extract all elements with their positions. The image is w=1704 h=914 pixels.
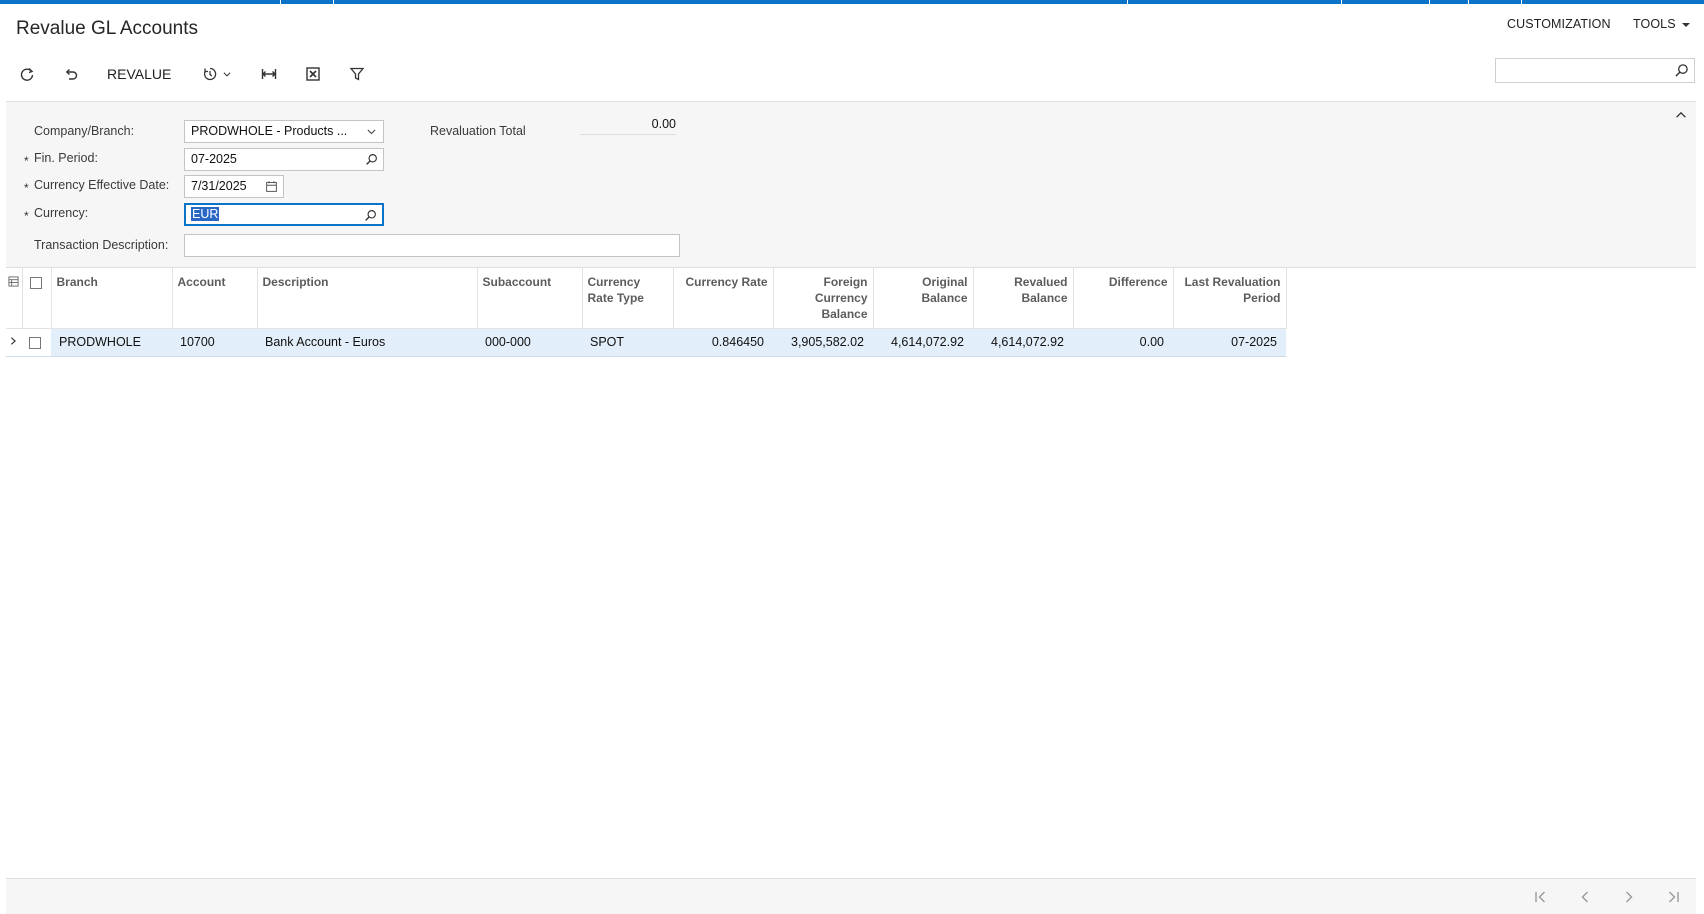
last-page-button[interactable] [1665, 889, 1681, 905]
transaction-description-label: Transaction Description: [34, 238, 169, 252]
fin-period-label: Fin. Period: [34, 151, 98, 165]
cell-branch[interactable]: PRODWHOLE [51, 328, 172, 357]
refresh-icon [20, 68, 34, 81]
column-header-currency-rate-type[interactable]: Currency Rate Type [582, 268, 674, 329]
caret-down-icon [1681, 22, 1690, 27]
search-icon[interactable] [364, 209, 377, 222]
cell-account[interactable]: 10700 [172, 328, 257, 357]
column-header-subaccount[interactable]: Subaccount [477, 268, 583, 329]
last-page-icon [1669, 891, 1679, 903]
currency-value: EUR [191, 207, 220, 221]
company-branch-label: Company/Branch: [34, 124, 135, 138]
cell-currency-rate[interactable]: 0.846450 [673, 328, 773, 357]
row-settings-cell[interactable] [6, 268, 23, 329]
revaluation-grid: Branch Account Description Subaccount Cu… [6, 268, 1696, 878]
company-branch-select[interactable]: PRODWHOLE - Products ... [184, 120, 384, 143]
cell-subaccount[interactable]: 000-000 [477, 328, 582, 357]
cell-original-balance[interactable]: 4,614,072.92 [873, 328, 973, 357]
chevron-right-icon[interactable] [8, 336, 18, 346]
column-header-original-balance[interactable]: Original Balance [873, 268, 974, 329]
row-checkbox[interactable] [29, 336, 41, 349]
filter-button[interactable] [346, 63, 368, 85]
required-mark: * [24, 209, 29, 223]
cell-description[interactable]: Bank Account - Euros [257, 328, 477, 357]
undo-icon [65, 68, 78, 80]
company-branch-value: PRODWHOLE - Products ... [191, 124, 348, 138]
required-mark: * [24, 154, 29, 168]
excel-icon [306, 67, 320, 81]
table-row[interactable]: PRODWHOLE 10700 Bank Account - Euros 000… [6, 328, 1286, 357]
filter-icon [349, 67, 365, 81]
fin-period-value: 07-2025 [191, 152, 237, 166]
cell-revalued-balance[interactable]: 4,614,072.92 [973, 328, 1073, 357]
column-header-last-revaluation-period[interactable]: Last Revaluation Period [1173, 268, 1287, 329]
select-all-cell [22, 268, 52, 329]
fit-columns-button[interactable] [258, 63, 280, 85]
customization-menu[interactable]: CUSTOMIZATION [1507, 17, 1611, 31]
column-header-revalued-balance[interactable]: Revalued Balance [973, 268, 1074, 329]
column-header-description[interactable]: Description [257, 268, 478, 329]
row-expander-cell[interactable] [6, 328, 22, 357]
required-mark: * [24, 181, 29, 195]
previous-page-button[interactable] [1577, 889, 1593, 905]
fin-period-input[interactable]: 07-2025 [184, 148, 384, 171]
cell-foreign-currency-balance[interactable]: 3,905,582.02 [773, 328, 873, 357]
cell-last-revaluation-period[interactable]: 07-2025 [1173, 328, 1286, 357]
search-icon[interactable] [1674, 63, 1689, 78]
refresh-button[interactable] [16, 63, 38, 85]
page-title: Revalue GL Accounts [16, 18, 199, 39]
grid-pager [6, 878, 1696, 914]
column-header-currency-rate[interactable]: Currency Rate [673, 268, 774, 329]
first-page-button[interactable] [1533, 889, 1549, 905]
chevron-down-icon [223, 72, 231, 77]
column-header-foreign-currency-balance[interactable]: Foreign Currency Balance [773, 268, 874, 329]
column-header-account[interactable]: Account [172, 268, 258, 329]
top-accent-bar [0, 0, 1704, 4]
first-page-icon [1535, 891, 1545, 903]
next-page-button[interactable] [1621, 889, 1637, 905]
currency-effective-date-input[interactable]: 7/31/2025 [184, 175, 284, 198]
currency-effective-date-value: 7/31/2025 [191, 179, 247, 193]
tools-menu[interactable]: TOOLS [1633, 17, 1690, 31]
schedule-dropdown-button[interactable] [196, 63, 238, 85]
global-search-input[interactable] [1495, 58, 1695, 83]
chevron-left-icon [1581, 891, 1588, 903]
chevron-right-icon [1626, 891, 1633, 903]
cell-difference[interactable]: 0.00 [1073, 328, 1173, 357]
schedule-icon [204, 67, 217, 81]
tools-label: TOOLS [1633, 17, 1676, 31]
revalue-button[interactable]: REVALUE [107, 66, 171, 82]
column-settings-icon[interactable] [8, 276, 19, 287]
calendar-icon[interactable] [265, 180, 278, 193]
chevron-down-icon [367, 129, 376, 135]
revaluation-table: Branch Account Description Subaccount Cu… [6, 268, 1287, 357]
currency-input[interactable]: EUR [184, 203, 384, 226]
cell-currency-rate-type[interactable]: SPOT [582, 328, 673, 357]
export-excel-button[interactable] [302, 63, 324, 85]
row-select-cell [22, 328, 51, 357]
column-header-branch[interactable]: Branch [51, 268, 173, 329]
currency-effective-date-label: Currency Effective Date: [34, 178, 170, 192]
revaluation-total-label: Revaluation Total [430, 124, 526, 138]
fit-width-icon [261, 69, 277, 79]
undo-button[interactable] [60, 63, 82, 85]
currency-label: Currency: [34, 206, 89, 220]
select-all-checkbox[interactable] [29, 276, 42, 289]
table-header-row: Branch Account Description Subaccount Cu… [6, 268, 1287, 329]
search-icon[interactable] [365, 153, 378, 166]
transaction-description-input[interactable] [184, 234, 680, 257]
customization-label: CUSTOMIZATION [1507, 17, 1611, 31]
column-header-difference[interactable]: Difference [1073, 268, 1174, 329]
chevron-up-icon[interactable] [1674, 108, 1688, 122]
revaluation-total-value: 0.00 [580, 117, 676, 135]
